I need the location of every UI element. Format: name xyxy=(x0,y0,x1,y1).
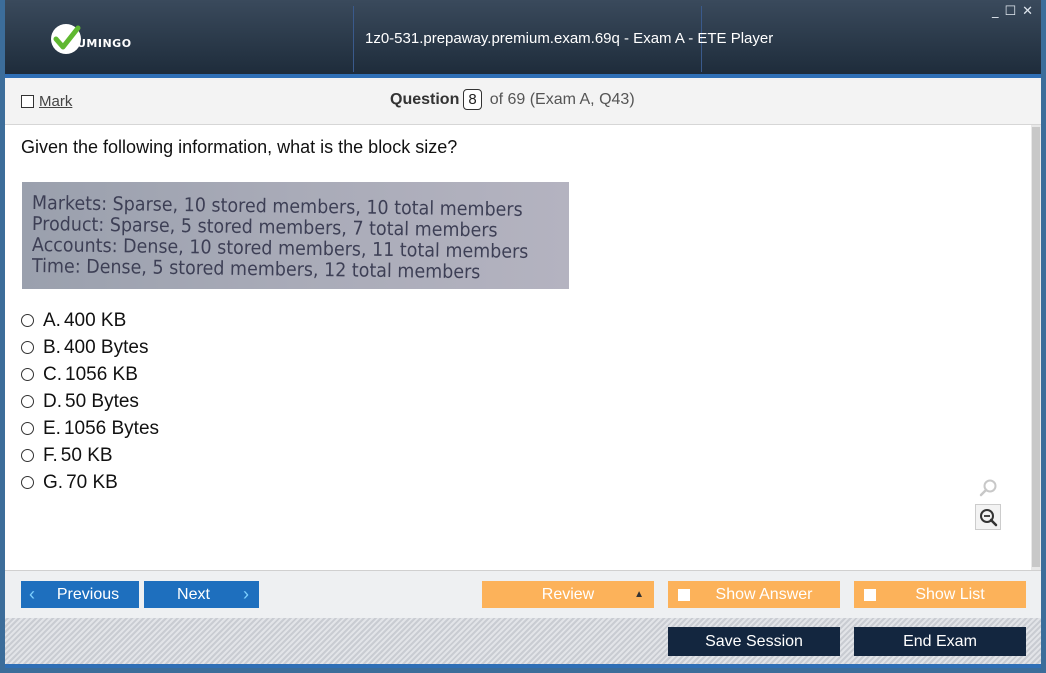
mark-checkbox[interactable]: Mark xyxy=(21,93,72,110)
minimize-icon[interactable]: _ xyxy=(992,2,999,22)
end-exam-button[interactable]: End Exam xyxy=(854,627,1026,656)
previous-button[interactable]: ‹ Previous xyxy=(21,581,139,608)
choice-letter: F. xyxy=(43,444,58,466)
checkbox-icon[interactable] xyxy=(864,588,876,601)
answer-choices: A. 400 KB B. 400 Bytes C. 1056 KB D. 50 … xyxy=(21,307,159,496)
question-of-text: of 69 (Exam A, Q43) xyxy=(489,90,635,108)
triangle-up-icon: ▲ xyxy=(634,589,644,600)
question-panel: Given the following information, what is… xyxy=(5,125,1031,570)
next-button[interactable]: Next › xyxy=(144,581,259,608)
previous-label: Previous xyxy=(56,585,120,603)
scrollbar-thumb[interactable] xyxy=(1032,127,1040,567)
chevron-right-icon: › xyxy=(243,584,249,604)
choice-letter: B. xyxy=(43,336,61,358)
choice-letter: E. xyxy=(43,417,61,439)
choice-letter: A. xyxy=(43,309,61,331)
choice-text: 1056 KB xyxy=(65,363,138,385)
mark-label: Mark xyxy=(39,93,73,110)
footer-accent-line xyxy=(5,664,1041,668)
zoom-controls xyxy=(975,475,1003,530)
title-bar: UMINGO 1z0-531.prepaway.premium.exam.69q… xyxy=(5,0,1041,74)
save-session-label: Save Session xyxy=(705,632,803,650)
app-logo: UMINGO xyxy=(49,22,132,56)
radio-icon[interactable] xyxy=(21,368,34,381)
radio-icon[interactable] xyxy=(21,476,34,489)
radio-icon[interactable] xyxy=(21,395,34,408)
choice-letter: G. xyxy=(43,471,64,493)
search-icon xyxy=(975,475,1001,501)
navigation-bar: ‹ Previous Next › Review ▲ Show Answer S… xyxy=(5,570,1041,619)
checkbox-icon[interactable] xyxy=(678,588,690,601)
radio-icon[interactable] xyxy=(21,422,34,435)
end-exam-label: End Exam xyxy=(903,632,977,650)
zoom-out-icon[interactable] xyxy=(975,504,1001,530)
radio-icon[interactable] xyxy=(21,314,34,327)
choice-d[interactable]: D. 50 Bytes xyxy=(21,388,159,415)
app-window: UMINGO 1z0-531.prepaway.premium.exam.69q… xyxy=(0,0,1046,673)
choice-letter: C. xyxy=(43,363,62,385)
logo-text: UMINGO xyxy=(77,36,132,50)
title-separator xyxy=(353,6,354,72)
question-text: Given the following information, what is… xyxy=(21,137,458,157)
question-counter: Question 8 of 69 (Exam A, Q43) xyxy=(390,89,635,110)
choice-text: 400 Bytes xyxy=(63,336,149,358)
choice-c[interactable]: C. 1056 KB xyxy=(21,361,159,388)
show-answer-button[interactable]: Show Answer xyxy=(668,581,840,608)
show-answer-label: Show Answer xyxy=(715,585,813,603)
review-label: Review xyxy=(541,585,595,603)
choice-letter: D. xyxy=(43,390,62,412)
exhibit-image: Markets: Sparse, 10 stored members, 10 t… xyxy=(22,182,569,289)
choice-f[interactable]: F. 50 KB xyxy=(21,442,159,469)
radio-icon[interactable] xyxy=(21,449,34,462)
window-title: 1z0-531.prepaway.premium.exam.69q - Exam… xyxy=(365,30,774,47)
choice-text: 400 KB xyxy=(63,309,127,331)
window-controls: _ ☐ ✕ xyxy=(992,2,1033,22)
save-session-button[interactable]: Save Session xyxy=(668,627,840,656)
radio-icon[interactable] xyxy=(21,341,34,354)
choice-text: 50 KB xyxy=(60,444,113,466)
show-list-button[interactable]: Show List xyxy=(854,581,1026,608)
choice-b[interactable]: B. 400 Bytes xyxy=(21,334,159,361)
vertical-scrollbar[interactable] xyxy=(1031,125,1041,570)
choice-g[interactable]: G. 70 KB xyxy=(21,469,159,496)
choice-text: 1056 Bytes xyxy=(63,417,160,439)
maximize-icon[interactable]: ☐ xyxy=(1004,2,1016,22)
show-list-label: Show List xyxy=(915,585,985,603)
choice-e[interactable]: E. 1056 Bytes xyxy=(21,415,159,442)
choice-a[interactable]: A. 400 KB xyxy=(21,307,159,334)
close-icon[interactable]: ✕ xyxy=(1022,2,1033,22)
checkbox-icon[interactable] xyxy=(21,95,34,108)
question-number-input[interactable]: 8 xyxy=(463,89,482,110)
next-label: Next xyxy=(177,585,210,603)
choice-text: 70 KB xyxy=(66,471,118,493)
chevron-left-icon: ‹ xyxy=(29,584,35,604)
choice-text: 50 Bytes xyxy=(65,390,139,412)
question-bar: Mark Question 8 of 69 (Exam A, Q43) xyxy=(5,78,1041,125)
question-label: Question xyxy=(390,90,460,108)
footer-bar: Save Session End Exam xyxy=(5,618,1041,664)
review-button[interactable]: Review ▲ xyxy=(482,581,654,608)
